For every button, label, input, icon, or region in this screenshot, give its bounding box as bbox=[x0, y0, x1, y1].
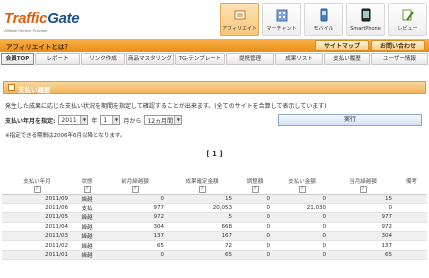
menu-report[interactable]: レポート bbox=[35, 53, 80, 65]
building-icon bbox=[274, 7, 290, 23]
table-row: 2011/09 繰越 0 15 0 0 15 bbox=[2, 194, 427, 204]
table-header-row: 支払い年月? 状態? 前月繰越額? 成果確定金額? 調整額? 支払い金額? 当月… bbox=[2, 172, 427, 195]
logo[interactable]: TrafficGate Affiliate Service Provider bbox=[4, 10, 80, 33]
menu-product-mastering[interactable]: 商品マスタリング bbox=[126, 53, 174, 65]
month-select[interactable]: 1 ▼ bbox=[100, 115, 121, 125]
contact-button[interactable]: お問い合わせ bbox=[370, 40, 425, 51]
period-note: ※指定できる期間は2006年6月以降となります。 bbox=[5, 133, 126, 139]
table-row: 2011/04 繰越 304 668 0 0 972 bbox=[2, 222, 427, 233]
mobile-icon bbox=[316, 7, 332, 23]
help-icon[interactable]: ? bbox=[298, 186, 306, 193]
nav-mobile[interactable]: モバイル bbox=[304, 3, 343, 36]
what-is-affiliate-link[interactable]: アフィリエイトとは？ bbox=[6, 41, 71, 51]
col-header-month: 支払い年月? bbox=[2, 172, 72, 195]
period-select[interactable]: 12ヵ月間 ▼ bbox=[144, 115, 183, 125]
top-nav: アフィリエイト マーチャント モバイル SmartPhone レビュー bbox=[220, 3, 427, 36]
logo-subtitle: Affiliate Service Provider bbox=[4, 28, 48, 33]
menu-user-info[interactable]: ユーザー情報 bbox=[371, 53, 428, 65]
col-header-payment: 支払い金額? bbox=[274, 172, 330, 195]
menu-member-top[interactable]: 会員TOP bbox=[1, 53, 34, 65]
table-row: 2011/02 繰越 65 72 0 0 137 bbox=[2, 240, 427, 251]
chevron-down-icon: ▼ bbox=[112, 116, 120, 124]
month-unit: 月から bbox=[123, 117, 142, 125]
year-unit: 年 bbox=[91, 117, 98, 125]
execute-button[interactable]: 実行 bbox=[278, 114, 422, 126]
sitemap-button[interactable]: サイトマップ bbox=[314, 40, 369, 51]
table-row: 2011/03 繰越 137 167 0 0 304 bbox=[2, 231, 427, 242]
help-icon[interactable]: ? bbox=[251, 186, 259, 193]
review-icon bbox=[400, 7, 416, 23]
chevron-down-icon: ▼ bbox=[80, 116, 88, 124]
nav-smartphone[interactable]: SmartPhone bbox=[346, 3, 385, 36]
smartphone-icon bbox=[358, 7, 374, 23]
table-row: 2011/05 繰越 972 5 0 0 977 bbox=[2, 212, 427, 223]
page-number[interactable]: [ 1 ] bbox=[206, 150, 222, 158]
help-icon[interactable]: ? bbox=[131, 186, 139, 193]
page-heading: 支払い履歴 bbox=[3, 81, 426, 94]
heading-bullet-icon bbox=[8, 84, 15, 91]
chevron-down-icon: ▼ bbox=[174, 116, 182, 124]
filter-label: 支払い年月を指定: bbox=[5, 117, 56, 125]
help-icon[interactable]: ? bbox=[198, 186, 206, 193]
main-menu: 会員TOP レポート リンク作成 商品マスタリング TG-テンプレート 提携管理… bbox=[1, 53, 428, 66]
date-filter: 支払い年月を指定: 2011 ▼ 年 1 ▼ 月から 12ヵ月間 ▼ bbox=[5, 114, 183, 126]
col-header-adjustment: 調整額? bbox=[236, 172, 274, 195]
intro-text: 発生した成果に応じた支払い状況を期間を指定して確認することが出来ます。(全てのサ… bbox=[5, 103, 327, 110]
table-row: 2011/06 支払 977 20,053 0 21,030 0 bbox=[2, 203, 427, 214]
menu-tg-template[interactable]: TG-テンプレート bbox=[175, 53, 225, 65]
nav-merchant[interactable]: マーチャント bbox=[262, 3, 301, 36]
nav-affiliate[interactable]: アフィリエイト bbox=[220, 3, 259, 36]
help-icon[interactable]: ? bbox=[359, 186, 367, 193]
orange-bar: アフィリエイトとは？ サイトマップ お問い合わせ bbox=[0, 39, 429, 52]
year-select[interactable]: 2011 ▼ bbox=[58, 115, 89, 125]
payment-table: 支払い年月? 状態? 前月繰越額? 成果確定金額? 調整額? 支払い金額? 当月… bbox=[2, 172, 427, 261]
menu-results-list[interactable]: 成果リスト bbox=[275, 53, 323, 65]
col-header-confirmed: 成果確定金額? bbox=[168, 172, 236, 195]
col-header-carryover: 当月繰越額? bbox=[330, 172, 396, 195]
table-row: 2011/01 繰越 0 65 0 0 65 bbox=[2, 250, 427, 261]
affiliate-icon bbox=[232, 7, 248, 23]
menu-payment-history[interactable]: 支払い履歴 bbox=[324, 53, 370, 65]
menu-link-create[interactable]: リンク作成 bbox=[81, 53, 125, 65]
col-header-status: 状態? bbox=[72, 172, 102, 195]
header: TrafficGate Affiliate Service Provider ア… bbox=[0, 0, 429, 38]
col-header-prev-carryover: 前月繰越額? bbox=[102, 172, 168, 195]
pagination: [ 1 ] bbox=[0, 150, 429, 158]
help-icon[interactable]: ? bbox=[33, 186, 41, 193]
menu-partnership[interactable]: 提携管理 bbox=[226, 53, 274, 65]
nav-review[interactable]: レビュー bbox=[388, 3, 427, 36]
page-title: 支払い履歴 bbox=[18, 86, 51, 94]
col-header-notes: 備考 bbox=[396, 172, 427, 195]
help-icon[interactable]: ? bbox=[83, 186, 91, 193]
